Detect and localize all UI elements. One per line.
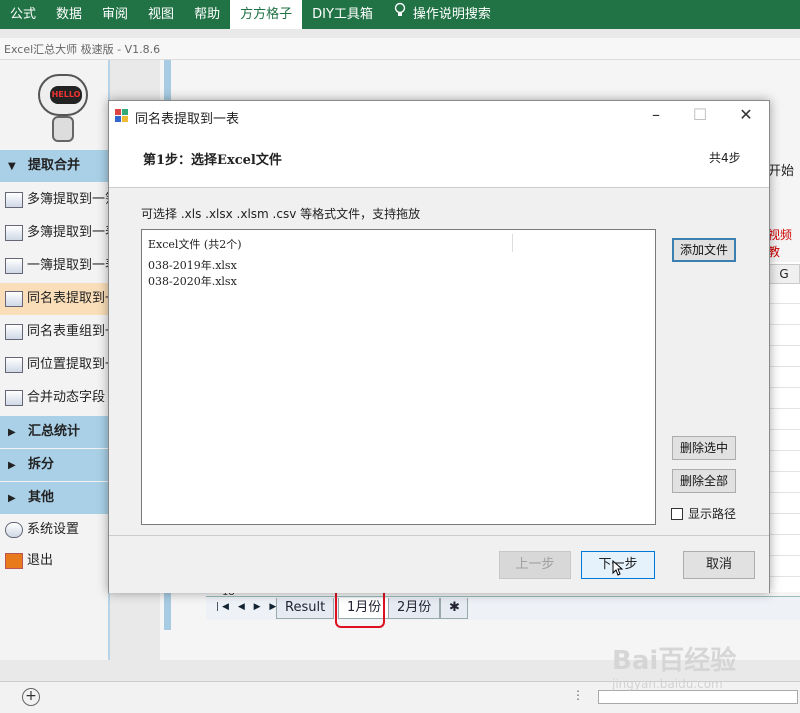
- tab-data[interactable]: 数据: [46, 0, 92, 29]
- mouse-cursor-icon: [612, 559, 624, 576]
- addin-window-title: Excel汇总大师 极速版 - V1.8.6: [0, 38, 800, 60]
- sidebar-item-settings[interactable]: 系统设置: [0, 514, 108, 546]
- collapse-triangle-icon: ▼: [8, 161, 16, 172]
- sidebar-item-merge-dynamic[interactable]: 合并动态字段: [0, 382, 108, 414]
- checkbox-box[interactable]: [671, 508, 683, 520]
- section-label: 汇总统计: [28, 424, 81, 439]
- tab-view[interactable]: 视图: [138, 0, 184, 29]
- sidebar-item-multi-book-to-book[interactable]: 多簿提取到一簿: [0, 184, 108, 216]
- tell-me-label: 操作说明搜索: [412, 7, 491, 22]
- gear-icon: [5, 521, 23, 538]
- cancel-button[interactable]: 取消: [683, 551, 755, 579]
- dialog-footer: [109, 535, 769, 593]
- step-title: 第1步：选择Excel文件: [143, 153, 282, 168]
- exit-icon: [5, 552, 23, 569]
- more-dots-icon[interactable]: ⋮: [572, 688, 584, 702]
- robot-mascot-icon: HELLO: [38, 74, 88, 144]
- sidebar-item-same-name-regroup[interactable]: 同名表重组到一簿: [0, 316, 108, 348]
- sidebar-item-label: 多簿提取到一簿: [27, 192, 108, 207]
- prev-step-button[interactable]: 上一步: [499, 551, 571, 579]
- app-icon: [115, 109, 129, 123]
- list-item[interactable]: 038-2020年.xlsx: [148, 273, 237, 289]
- sidebar-item-multi-book-to-sheet[interactable]: 多簿提取到一表: [0, 217, 108, 249]
- extract-dialog: 同名表提取到一表 – ☐ ✕ 第1步：选择Excel文件 共4步 可选择 .xl…: [108, 100, 770, 593]
- file-type-hint: 可选择 .xls .xlsx .xlsm .csv 等格式文件，支持拖放: [141, 207, 421, 221]
- sheet-icon: [5, 356, 23, 373]
- sidebar-item-label: 同名表提取到一表: [27, 291, 108, 306]
- video-tutorial-link[interactable]: 视频教: [768, 226, 800, 260]
- sidebar-item-label: 合并动态字段: [27, 390, 106, 405]
- tab-help[interactable]: 帮助: [184, 0, 230, 29]
- sidebar-item-same-name-to-sheet[interactable]: 同名表提取到一表: [0, 283, 108, 315]
- workbook-icon: [5, 191, 23, 208]
- sheet-tab-result[interactable]: Result: [276, 598, 335, 619]
- sidebar-section-other[interactable]: ▶ 其他: [0, 482, 108, 514]
- sheet-tab-february[interactable]: 2月份: [388, 598, 441, 619]
- show-path-checkbox[interactable]: 显示路径: [671, 505, 736, 522]
- sidebar-item-label: 退出: [27, 553, 54, 568]
- sidebar-item-label: 多簿提取到一表: [27, 225, 108, 240]
- tab-diy-toolbox[interactable]: DIY工具箱: [302, 0, 383, 29]
- sheet-nav-icons[interactable]: |◀ ◀ ▶ ▶|: [216, 602, 285, 612]
- close-icon[interactable]: ✕: [733, 105, 759, 127]
- expand-triangle-icon: ▶: [8, 493, 16, 504]
- start-button[interactable]: 开始: [768, 160, 794, 179]
- sheet-icon: [5, 323, 23, 340]
- file-list[interactable]: Excel文件 (共2个) 038-2019年.xlsx 038-2020年.x…: [141, 229, 656, 525]
- column-header-g[interactable]: G: [768, 264, 800, 284]
- section-label: 拆分: [28, 457, 55, 472]
- dialog-titlebar[interactable]: 同名表提取到一表 – ☐ ✕: [109, 101, 769, 131]
- sidebar-section-split[interactable]: ▶ 拆分: [0, 449, 108, 481]
- sidebar-item-label: 一簿提取到一表: [27, 258, 108, 273]
- tell-me-search[interactable]: 操作说明搜索: [383, 0, 501, 29]
- workbook-icon: [5, 224, 23, 241]
- sheet-icon: [5, 290, 23, 307]
- watermark-url: jingyan.baidu.com: [612, 677, 723, 691]
- file-list-header: Excel文件 (共2个): [148, 238, 242, 251]
- highlight-annotation: [335, 590, 385, 628]
- list-item[interactable]: 038-2019年.xlsx: [148, 257, 237, 273]
- sidebar-item-label: 同位置提取到一表: [27, 357, 108, 372]
- workbook-icon: [5, 257, 23, 274]
- lightbulb-icon: [393, 0, 407, 29]
- maximize-icon[interactable]: ☐: [687, 105, 713, 127]
- expand-triangle-icon: ▶: [8, 427, 16, 438]
- sidebar-item-one-book-to-sheet[interactable]: 一簿提取到一表: [0, 250, 108, 282]
- tab-formulas[interactable]: 公式: [0, 0, 46, 29]
- minimize-icon[interactable]: –: [643, 105, 669, 127]
- sidebar-section-extract[interactable]: ▼ 提取合并: [0, 150, 108, 182]
- delete-all-button[interactable]: 删除全部: [672, 469, 736, 493]
- robot-face-text: HELLO: [50, 86, 82, 104]
- baidu-watermark: Bai百经验 jingyan.baidu.com: [612, 640, 792, 700]
- sidebar-item-label: 同名表重组到一簿: [27, 324, 108, 339]
- table-icon: [5, 389, 23, 406]
- sidebar-section-stats[interactable]: ▶ 汇总统计: [0, 416, 108, 448]
- sheet-tab-bar: |◀ ◀ ▶ ▶| Result 1月份 2月份 ✱: [206, 596, 800, 620]
- delete-selected-button[interactable]: 删除选中: [672, 436, 736, 460]
- add-sheet-icon[interactable]: +: [22, 688, 40, 706]
- sidebar-item-label: 系统设置: [27, 522, 80, 537]
- dialog-title: 同名表提取到一表: [135, 112, 240, 127]
- sheet-grid[interactable]: [768, 262, 800, 592]
- new-sheet-icon[interactable]: ✱: [440, 598, 468, 619]
- checkbox-label: 显示路径: [688, 507, 737, 521]
- expand-triangle-icon: ▶: [8, 460, 16, 471]
- section-label: 提取合并: [28, 158, 81, 173]
- column-separator[interactable]: [512, 234, 513, 252]
- tab-fangfang[interactable]: 方方格子: [230, 0, 303, 29]
- watermark-brand: Bai百经验: [612, 646, 737, 676]
- tab-review[interactable]: 审阅: [92, 0, 138, 29]
- step-count: 共4步: [709, 151, 741, 165]
- sidebar-item-exit[interactable]: 退出: [0, 545, 108, 577]
- ribbon-tabs: 公式 数据 审阅 视图 帮助 方方格子 DIY工具箱 操作说明搜索: [0, 0, 800, 29]
- sidebar-item-same-position[interactable]: 同位置提取到一表: [0, 349, 108, 381]
- section-label: 其他: [28, 490, 55, 505]
- add-file-button[interactable]: 添加文件: [672, 238, 736, 262]
